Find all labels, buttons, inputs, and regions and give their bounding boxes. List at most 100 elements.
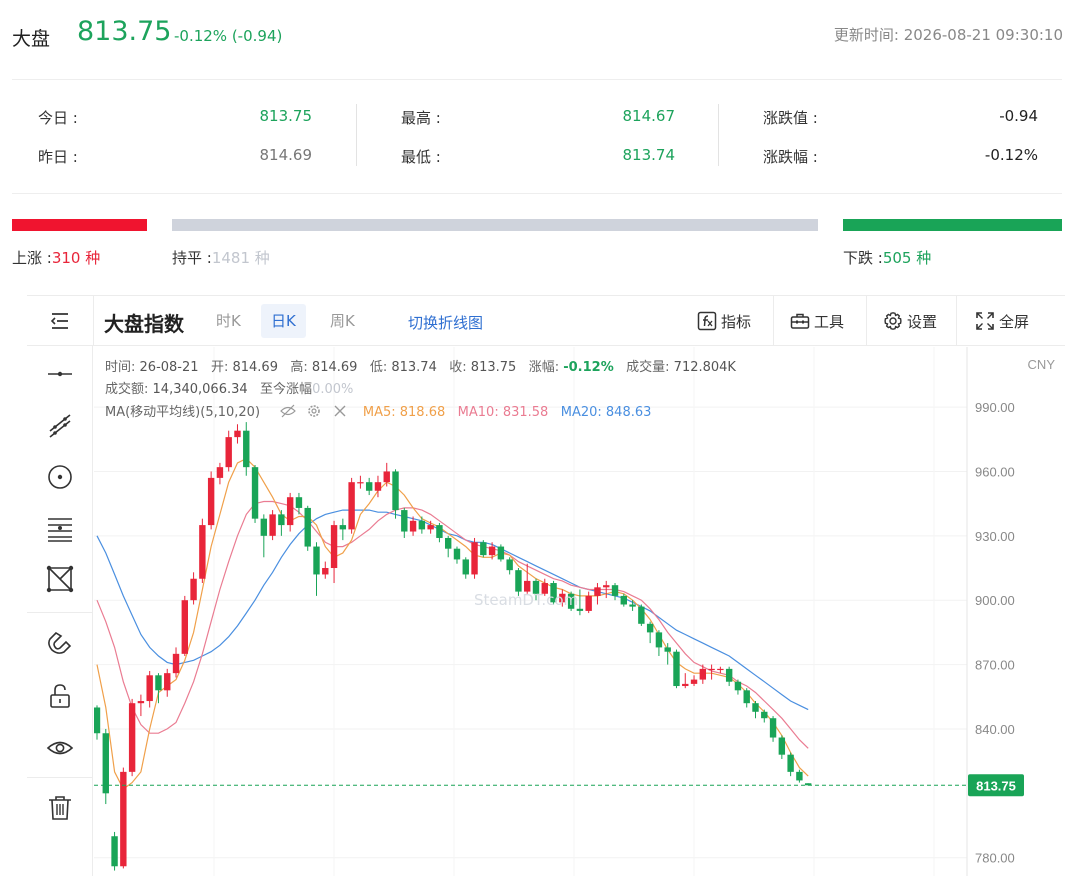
y-tick-label: 990.00 [975,400,1015,415]
candle-body [313,546,320,575]
y-tick-label: 840.00 [975,722,1015,737]
candle-body [743,690,750,704]
toolbar-divider [866,296,867,346]
toolbar-divider [956,296,957,346]
candle-body [286,497,294,526]
indicator-button[interactable]: 指标 [697,310,767,332]
candle-body [515,570,522,592]
candle-body [190,578,197,601]
fibonacci-icon[interactable] [46,515,74,543]
breadth-down-bar [843,219,1062,231]
candle-body [111,836,118,867]
candle-body [348,482,355,530]
candle-body [269,514,276,536]
remove-indicator-icon[interactable] [333,404,347,418]
stat-change-pct: 涨跌幅 : -0.12% [763,146,1038,166]
candle-body [471,542,478,575]
market-change: -0.12% (-0.94) [174,27,283,45]
candle-body [278,514,285,526]
candle-body [445,537,452,549]
breadth-flat-label: 持平 :1481 种 [172,249,270,267]
candle-body [120,771,127,867]
unlock-icon[interactable] [46,682,74,710]
candle-body [260,518,268,536]
candle-body [251,467,259,519]
candle-body [155,675,162,691]
candlestick-chart[interactable]: CNY 990.00 960.00 930.00 900.00 870.00 840.00 7… [93,347,1065,876]
market-price: 813.75 [77,16,172,47]
fullscreen-icon [976,312,994,330]
candle-body [199,525,206,579]
chart-canvas[interactable]: CNY 990.00 960.00 930.00 900.00 870.00 840.00 7… [93,347,1065,876]
hide-indicator-icon[interactable] [280,404,297,418]
candle-body [146,675,153,702]
candle-body [611,585,619,596]
ohlc-legend: 时间: 26-08-21 开: 814.69 高: 814.69 低: 813.… [105,360,736,375]
trend-line-icon[interactable] [46,411,74,439]
divider [12,79,1062,80]
pattern-tool-icon[interactable] [46,565,74,593]
fullscreen-button[interactable]: 全屏 [975,310,1045,332]
candle-body [576,608,584,611]
magnet-icon[interactable] [46,629,74,657]
candle-body [216,467,224,478]
y-tick-label: 780.00 [975,851,1015,866]
indicator-settings-icon[interactable] [306,404,322,418]
candle-body [480,542,487,556]
candle-body [374,482,382,491]
candle-body [778,737,786,755]
candle-body [322,568,329,575]
eye-icon[interactable] [46,734,74,762]
horizontal-line-icon[interactable] [46,360,74,388]
candle-body [102,733,109,794]
tab-hour-k[interactable]: 时K [206,304,251,338]
market-breadth: 上涨 :310 种 持平 :1481 种 下跌 :505 种 [12,219,1062,279]
candle-body [524,580,531,592]
candle-body [655,632,663,648]
trash-icon[interactable] [46,794,74,822]
tool-divider [27,777,93,778]
candle-body [181,600,188,654]
stats-panel: 今日 : 813.75 昨日 : 814.69 最高 : 814.67 最低 :… [12,92,1062,178]
tools-button[interactable]: 工具 [790,310,860,332]
candle-body [682,683,689,687]
candle-body [128,703,136,772]
stats-col-change: 涨跌值 : -0.94 涨跌幅 : -0.12% [763,92,1038,172]
candle-body [392,471,399,511]
y-tick-label: 870.00 [975,658,1015,673]
settings-button[interactable]: 设置 [883,310,955,332]
current-price-label: 813.75 [976,778,1016,793]
candle-body [339,525,347,530]
currency-label: CNY [1028,357,1056,372]
candle-body [761,711,768,719]
candle-body [488,546,496,556]
candle-body [497,546,505,560]
drawing-toolbar [27,346,93,876]
candle-body [594,587,601,596]
chart-panel: 大盘指数 时K 日K 周K 切换折线图 指标 工具 设置 全屏 CNY 990.… [27,295,1065,876]
tab-week-k[interactable]: 周K [320,304,365,338]
candle-body [304,507,311,547]
candle-body [646,623,654,633]
candle-body [673,651,680,687]
update-time: 更新时间: 2026-08-21 09:30:10 [833,26,1063,44]
amount-legend: 成交额: 14,340,066.34 至今涨幅0.00% [105,382,354,397]
tab-day-k[interactable]: 日K [261,304,306,338]
chart-toolbar: 大盘指数 时K 日K 周K 切换折线图 指标 工具 设置 全屏 [27,296,1065,346]
candle-body [690,679,698,684]
breadth-up-bar [12,219,147,231]
candle-body [295,497,303,508]
breadth-down-label: 下跌 :505 种 [843,249,932,267]
stat-yesterday: 昨日 : 814.69 [38,146,312,166]
switch-line-chart-button[interactable]: 切换折线图 [408,312,483,333]
candle-body [427,525,434,530]
candle-body [453,548,461,560]
candle-body [506,559,513,571]
circle-tool-icon[interactable] [46,463,74,491]
candle-body [664,647,671,652]
candle-body [603,585,610,588]
collapse-menu-icon[interactable] [45,310,75,332]
y-tick-label: 960.00 [975,464,1015,479]
candle-body [787,754,794,772]
candle-body [462,559,469,575]
